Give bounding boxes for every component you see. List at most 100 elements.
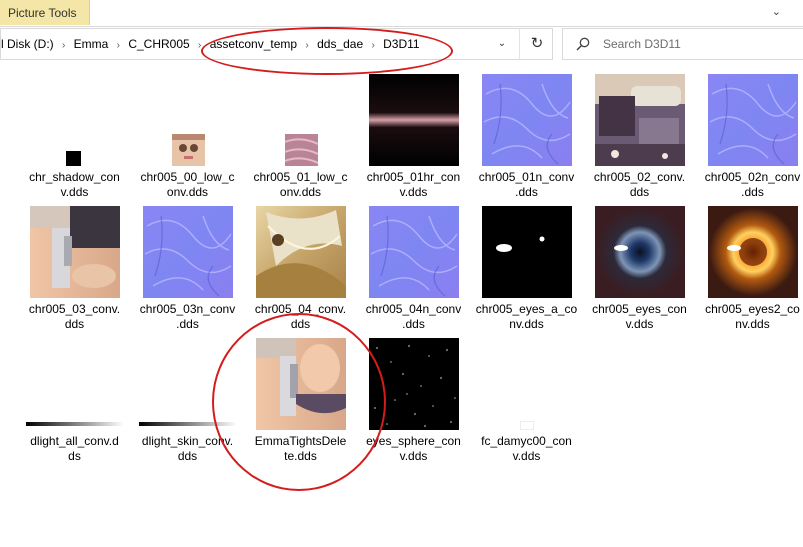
file-item[interactable]: chr005_03_conv. dds bbox=[18, 206, 131, 334]
search-icon bbox=[576, 37, 590, 51]
file-name-line: ds bbox=[68, 449, 81, 463]
file-name-label: chr005_02n_conv .dds bbox=[696, 170, 803, 200]
breadcrumb-separator-icon[interactable]: › bbox=[190, 40, 210, 51]
file-item[interactable]: chr005_03n_conv .dds bbox=[131, 206, 244, 334]
file-thumbnail[interactable] bbox=[482, 74, 572, 166]
file-thumbnail[interactable] bbox=[595, 74, 685, 166]
file-item[interactable]: eyes_sphere_con v.dds bbox=[357, 338, 470, 466]
file-thumbnail[interactable] bbox=[482, 206, 572, 298]
file-name-line: chr005_04n_conv bbox=[365, 302, 462, 316]
thumbnail-image-face-small bbox=[172, 134, 205, 166]
breadcrumb-dds-dae[interactable]: dds_dae bbox=[317, 37, 363, 51]
file-name-line: dds bbox=[64, 317, 85, 331]
file-item[interactable]: chr005_01_low_c onv.dds bbox=[244, 74, 357, 202]
file-item[interactable]: chr005_02_conv. dds bbox=[583, 74, 696, 202]
file-thumbnail[interactable] bbox=[369, 74, 459, 166]
thumbnail-image-gold bbox=[256, 206, 346, 298]
file-item[interactable]: chr005_01hr_con v.dds bbox=[357, 74, 470, 202]
file-item[interactable]: chr_shadow_con v.dds bbox=[18, 74, 131, 202]
file-item[interactable]: chr005_04n_conv .dds bbox=[357, 206, 470, 334]
file-thumbnail[interactable] bbox=[482, 338, 572, 430]
file-thumbnail[interactable] bbox=[369, 206, 459, 298]
file-item[interactable]: chr005_02n_conv .dds bbox=[696, 74, 803, 202]
file-name-line: v.dds bbox=[512, 449, 541, 463]
breadcrumb-assetconv-temp[interactable]: assetconv_temp bbox=[210, 37, 297, 51]
thumbnail-image-eyes-a bbox=[482, 206, 572, 298]
refresh-icon[interactable]: ↻ bbox=[519, 29, 554, 59]
ribbon-collapse-icon[interactable]: ⌄ bbox=[772, 5, 781, 18]
file-thumbnail[interactable] bbox=[30, 206, 120, 298]
file-item[interactable]: chr005_eyes_con v.dds bbox=[583, 206, 696, 334]
file-name-line: .dds bbox=[741, 185, 764, 199]
breadcrumb-d3d11[interactable]: D3D11 bbox=[383, 37, 419, 51]
file-thumbnail[interactable] bbox=[256, 206, 346, 298]
file-item[interactable]: chr005_04_conv. dds bbox=[244, 206, 357, 334]
tab-picture-tools[interactable]: Picture Tools bbox=[0, 0, 90, 25]
file-item[interactable]: chr005_eyes2_co nv.dds bbox=[696, 206, 803, 334]
address-bar[interactable]: l Disk (D:) › Emma › C_CHR005 › assetconv_temp… bbox=[0, 28, 553, 60]
address-history-chevron-icon[interactable]: ⌄ bbox=[487, 29, 517, 59]
breadcrumb-drive[interactable]: l Disk (D:) bbox=[1, 37, 54, 51]
file-name-line: chr005_eyes_a_co bbox=[475, 302, 578, 316]
file-name-label: fc_damyc00_con v.dds bbox=[470, 434, 583, 464]
file-name-line: nv.dds bbox=[509, 317, 544, 331]
file-name-line: onv.dds bbox=[166, 185, 209, 199]
file-item[interactable]: chr005_01n_conv .dds bbox=[470, 74, 583, 202]
file-name-line: v.dds bbox=[399, 185, 428, 199]
ribbon-tab-strip: Picture Tools ⌄ bbox=[0, 0, 803, 27]
thumbnail-image-normal bbox=[708, 74, 798, 166]
file-thumbnail[interactable] bbox=[708, 206, 798, 298]
file-thumbnail[interactable] bbox=[143, 74, 233, 166]
file-name-line: v.dds bbox=[60, 185, 89, 199]
thumbnail-image-normal bbox=[369, 206, 459, 298]
file-name-label: chr005_01hr_con v.dds bbox=[357, 170, 470, 200]
file-item[interactable]: chr005_eyes_a_co nv.dds bbox=[470, 206, 583, 334]
file-name-line: nv.dds bbox=[735, 317, 770, 331]
breadcrumb-c-chr005[interactable]: C_CHR005 bbox=[128, 37, 189, 51]
breadcrumb: l Disk (D:) › Emma › C_CHR005 › assetconv_temp… bbox=[1, 37, 420, 53]
file-name-label: chr005_01n_conv .dds bbox=[470, 170, 583, 200]
file-item[interactable]: dlight_skin_conv. dds bbox=[131, 338, 244, 466]
file-item[interactable]: chr005_00_low_c onv.dds bbox=[131, 74, 244, 202]
file-name-line: eyes_sphere_con bbox=[366, 434, 461, 448]
file-name-line: chr005_02_conv. bbox=[593, 170, 686, 184]
file-name-label: chr005_01_low_c onv.dds bbox=[244, 170, 357, 200]
file-thumbnail[interactable] bbox=[26, 338, 124, 430]
file-thumbnail[interactable] bbox=[595, 206, 685, 298]
file-thumbnail[interactable] bbox=[256, 338, 346, 430]
breadcrumb-separator-icon[interactable]: › bbox=[363, 40, 383, 51]
file-name-label: dlight_skin_conv. dds bbox=[131, 434, 244, 464]
file-thumbnail[interactable] bbox=[369, 338, 459, 430]
file-name-line: chr005_eyes_con bbox=[592, 302, 687, 316]
file-name-line: EmmaTightsDele bbox=[254, 434, 347, 448]
file-thumbnail[interactable] bbox=[143, 206, 233, 298]
file-name-line: chr005_eyes2_co bbox=[705, 302, 800, 316]
file-name-label: eyes_sphere_con v.dds bbox=[357, 434, 470, 464]
file-thumbnail[interactable] bbox=[30, 74, 120, 166]
search-input[interactable] bbox=[603, 35, 793, 53]
file-item[interactable]: dlight_all_conv.d ds bbox=[18, 338, 131, 466]
file-thumbnail[interactable] bbox=[708, 74, 798, 166]
file-name-line: v.dds bbox=[399, 449, 428, 463]
file-name-label: chr005_04n_conv .dds bbox=[357, 302, 470, 332]
file-name-label: chr005_03n_conv .dds bbox=[131, 302, 244, 332]
breadcrumb-separator-icon[interactable]: › bbox=[297, 40, 317, 51]
file-name-label: dlight_all_conv.d ds bbox=[18, 434, 131, 464]
breadcrumb-separator-icon[interactable]: › bbox=[108, 40, 128, 51]
thumbnail-image-eye-orange bbox=[708, 206, 798, 298]
file-name-line: fc_damyc00_con bbox=[481, 434, 572, 448]
thumbnail-image-normal bbox=[482, 74, 572, 166]
file-name-line: v.dds bbox=[625, 317, 654, 331]
file-thumbnail[interactable] bbox=[139, 338, 237, 430]
thumbnail-image-pink-small bbox=[285, 134, 318, 166]
file-name-line: onv.dds bbox=[279, 185, 322, 199]
file-name-label: EmmaTightsDele te.dds bbox=[244, 434, 357, 464]
file-name-line: dds bbox=[177, 449, 198, 463]
breadcrumb-emma[interactable]: Emma bbox=[74, 37, 109, 51]
breadcrumb-separator-icon[interactable]: › bbox=[54, 40, 74, 51]
file-item[interactable]: fc_damyc00_con v.dds bbox=[470, 338, 583, 466]
file-item[interactable]: EmmaTightsDele te.dds bbox=[244, 338, 357, 466]
file-thumbnail[interactable] bbox=[256, 74, 346, 166]
search-box[interactable] bbox=[562, 28, 803, 60]
file-name-line: dds bbox=[290, 317, 311, 331]
